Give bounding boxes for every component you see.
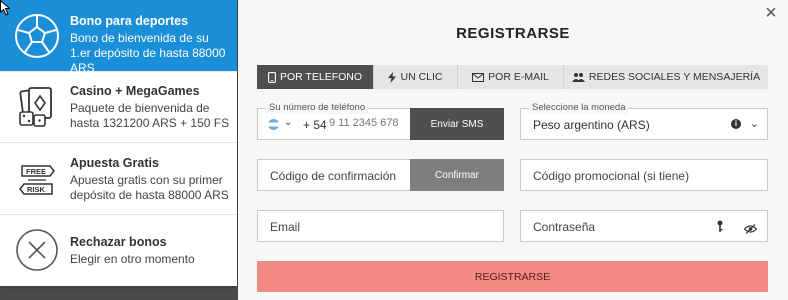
argentina-flag-icon[interactable] [268,119,279,130]
phone-label: Su número de teléfono [266,102,369,114]
tab-social[interactable]: REDES SOCIALES Y MENSAJERÍA [564,65,768,89]
tab-label: REDES SOCIALES Y MENSAJERÍA [588,71,761,83]
bonus-description: Paquete de bienvenida de hasta 1321200 A… [70,101,230,130]
people-icon [571,73,585,82]
currency-select[interactable]: Seleccione la moneda Peso argentino (ARS… [520,102,768,140]
svg-text:RISK: RISK [27,185,46,194]
tab-phone[interactable]: POR TELEFONO [257,65,374,89]
tab-one-click[interactable]: UN CLIC [374,65,458,89]
password-field[interactable]: Contraseña [520,210,768,242]
key-icon[interactable] [717,220,723,238]
confirm-button[interactable]: Confirmar [410,159,504,191]
bonus-description: Apuesta gratis con su primer depósito de… [70,173,229,202]
register-submit-button[interactable]: REGISTRARSE [257,261,768,292]
confirmation-code-placeholder: Código de confirmación [270,169,397,183]
registration-tabs: POR TELEFONO UN CLIC POR E-MAIL REDES SO… [257,65,768,89]
mouse-cursor-icon [0,0,10,16]
modal-title: REGISTRARSE [456,25,570,42]
bonus-title: Casino + MegaGames [70,84,200,98]
svg-text:FREE: FREE [26,167,46,176]
chevron-down-icon[interactable]: ⌄ [750,117,759,130]
eye-slash-icon[interactable] [743,221,758,239]
bonus-option-casino[interactable]: Casino + MegaGames Paquete de bienvenida… [0,72,237,143]
email-field[interactable]: Email [257,210,504,242]
bonus-panel: Bono para deportes Bono de bienvenida de… [0,0,237,286]
bonus-option-sports[interactable]: Bono para deportes Bono de bienvenida de… [0,0,237,75]
confirmation-code-field[interactable]: Código de confirmación Confirmar [257,159,504,191]
envelope-icon [472,72,485,82]
promo-code-placeholder: Código promocional (si tiene) [533,169,690,183]
bonus-title: Bono para deportes [70,14,189,28]
tab-label: UN CLIC [400,71,443,83]
soccer-ball-icon [14,13,60,59]
cards-dice-icon [14,84,60,130]
send-sms-button[interactable]: Enviar SMS [410,108,504,140]
currency-label: Seleccione la moneda [529,102,629,114]
free-risk-icon: FREE RISK [14,157,60,203]
bonus-description: Bono de bienvenida de su 1.er depósito d… [70,31,226,75]
lightning-icon [388,71,397,83]
email-placeholder: Email [270,220,301,234]
phone-field: Su número de teléfono ⌄ + 54 Enviar SMS [257,102,504,140]
password-placeholder: Contraseña [533,220,596,234]
promo-code-field[interactable]: Código promocional (si tiene) [520,159,768,191]
registration-modal: × REGISTRARSE POR TELEFONO UN CLIC POR E… [238,0,788,300]
country-code: + 54 [303,118,327,132]
phone-icon [268,71,276,83]
bonus-option-free-bet[interactable]: FREE RISK Apuesta Gratis Apuesta gratis … [0,143,237,215]
reject-x-icon [14,227,60,273]
tab-label: POR TELEFONO [279,71,363,83]
bonus-description: Elegir en otro momento [70,252,195,266]
info-icon[interactable]: i [731,119,741,129]
tab-email[interactable]: POR E-MAIL [458,65,564,89]
currency-value: Peso argentino (ARS) [533,118,650,132]
chevron-down-icon[interactable]: ⌄ [284,117,292,128]
close-button[interactable]: × [762,3,780,23]
bonus-option-reject[interactable]: Rechazar bonos Elegir en otro momento [0,215,237,286]
phone-input[interactable] [329,117,411,129]
bonus-title: Apuesta Gratis [70,156,159,170]
bonus-title: Rechazar bonos [70,235,167,249]
tab-label: POR E-MAIL [488,71,549,83]
